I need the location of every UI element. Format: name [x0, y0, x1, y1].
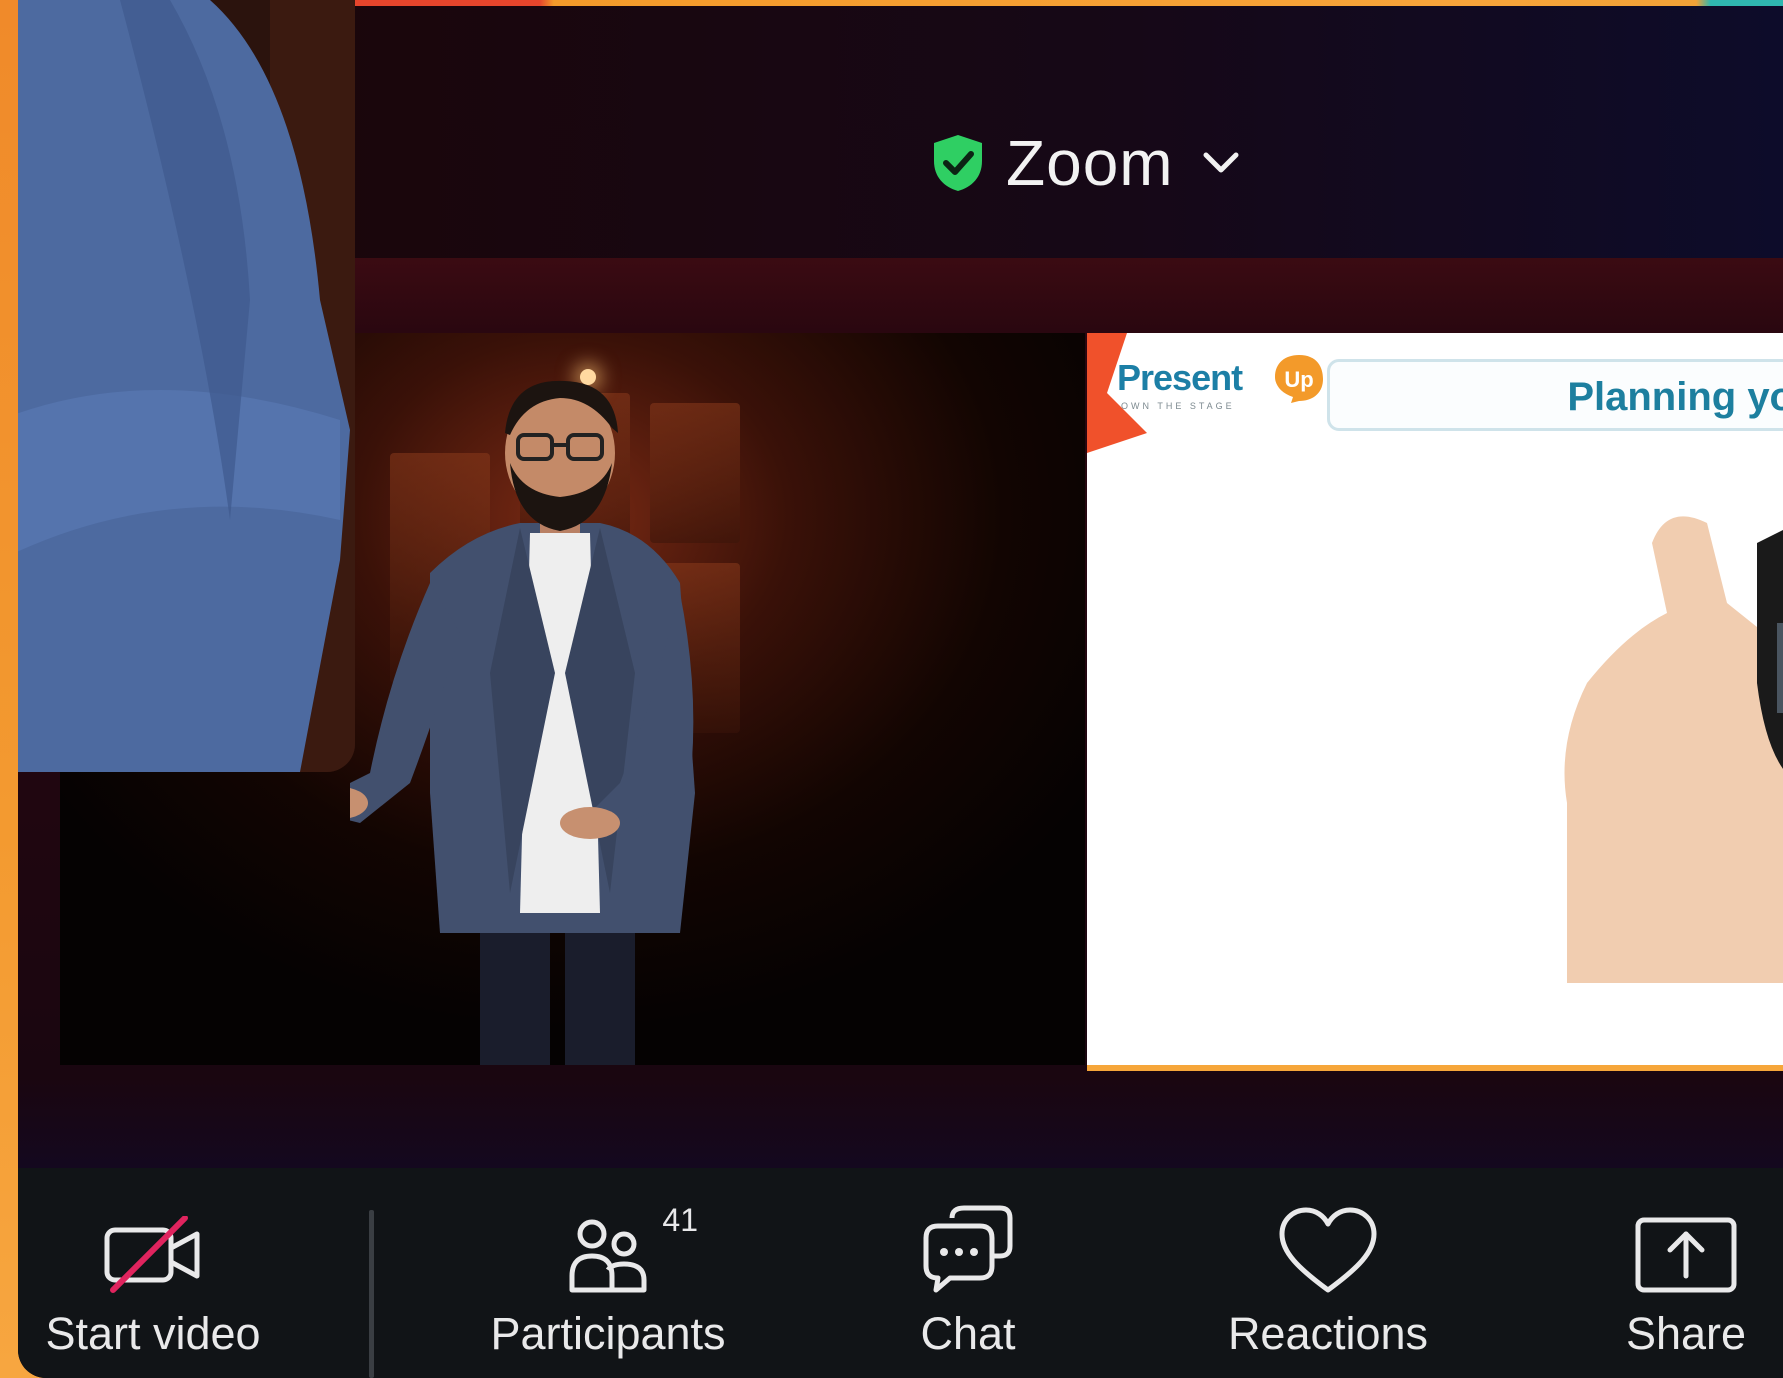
- brand-tagline: OWN THE STAGE: [1121, 401, 1235, 411]
- slide-title: Planning yo: [1567, 375, 1783, 419]
- participants-icon: [569, 1219, 647, 1293]
- brand-text: Present: [1117, 357, 1243, 398]
- reactions-button[interactable]: Reactions: [1208, 1168, 1448, 1378]
- participants-button[interactable]: 41 Participants: [478, 1168, 738, 1378]
- share-button[interactable]: Share: [1606, 1168, 1766, 1378]
- heart-icon: [1279, 1207, 1377, 1293]
- self-view-person: [18, 0, 355, 772]
- meeting-toolbar: Start video 41 Participants Chat Reactio…: [18, 1168, 1783, 1378]
- start-video-label: Start video: [45, 1308, 261, 1359]
- meeting-name: Zoom: [1006, 127, 1174, 199]
- brand-up-text: Up: [1284, 367, 1313, 392]
- zoom-meeting-window: Present OWN THE STAGE Up Planning yo Sta…: [18, 0, 1783, 1378]
- chat-icon: [923, 1205, 1013, 1293]
- participants-label: Participants: [490, 1308, 726, 1359]
- chevron-down-icon: [1203, 152, 1239, 173]
- self-view-thumbnail[interactable]: [18, 0, 355, 772]
- shared-slide-tile[interactable]: Present OWN THE STAGE Up Planning yo: [1087, 333, 1783, 1071]
- chat-button[interactable]: Chat: [878, 1168, 1058, 1378]
- meeting-title-dropdown[interactable]: Zoom: [932, 127, 1240, 199]
- share-label: Share: [1625, 1308, 1747, 1359]
- toolbar-divider: [369, 1210, 374, 1378]
- share-screen-icon: [1635, 1217, 1737, 1293]
- reactions-label: Reactions: [1227, 1308, 1429, 1359]
- chat-label: Chat: [920, 1308, 1016, 1359]
- start-video-button[interactable]: Start video: [38, 1168, 268, 1378]
- stopwatch-hand-image: [1564, 516, 1783, 983]
- encryption-shield-icon: [934, 135, 982, 191]
- speaker-person: [350, 380, 695, 1065]
- slide-brand-logo: Present: [1117, 357, 1243, 399]
- participants-count-badge: 41: [662, 1202, 698, 1238]
- video-off-icon: [104, 1216, 200, 1293]
